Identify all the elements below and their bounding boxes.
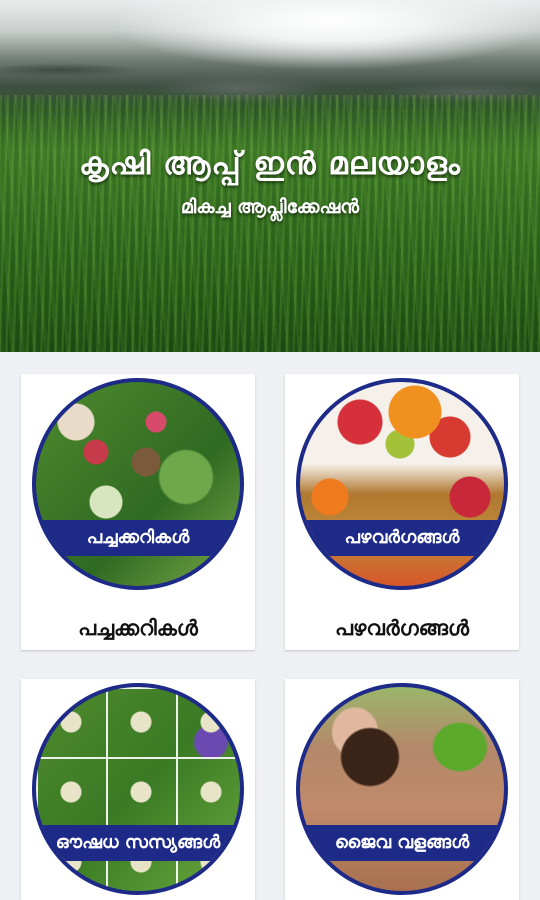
- category-card-fruits[interactable]: പഴവർഗങ്ങൾ പഴവർഗങ്ങൾ: [285, 374, 519, 650]
- category-banner: ജൈവ വളങ്ങൾ: [300, 825, 504, 861]
- organic-fertilizers-image: ജൈവ വളങ്ങൾ: [296, 683, 508, 895]
- category-label: പച്ചക്കറികൾ: [78, 616, 198, 640]
- app-title: കൃഷി ആപ്പ് ഇൻ മലയാളം: [79, 146, 461, 182]
- header-banner: കൃഷി ആപ്പ് ഇൻ മലയാളം മികച്ച ആപ്ലിക്കേഷൻ: [0, 0, 540, 352]
- category-banner: പഴവർഗങ്ങൾ: [300, 520, 504, 556]
- category-card-organic-fertilizers[interactable]: ജൈവ വളങ്ങൾ: [285, 679, 519, 900]
- medicinal-plants-image: ഔഷധ സസ്യങ്ങൾ: [32, 683, 244, 895]
- vegetables-image: പച്ചക്കറികൾ: [32, 378, 244, 590]
- category-card-medicinal-plants[interactable]: ഔഷധ സസ്യങ്ങൾ: [21, 679, 255, 900]
- category-banner: പച്ചക്കറികൾ: [36, 520, 240, 556]
- category-banner: ഔഷധ സസ്യങ്ങൾ: [36, 825, 240, 861]
- fruits-image: പഴവർഗങ്ങൾ: [296, 378, 508, 590]
- category-grid: പച്ചക്കറികൾ പച്ചക്കറികൾ പഴവർഗങ്ങൾ പഴവർഗങ…: [0, 352, 540, 900]
- app-subtitle: മികച്ച ആപ്ലിക്കേഷൻ: [180, 196, 360, 218]
- category-card-vegetables[interactable]: പച്ചക്കറികൾ പച്ചക്കറികൾ: [21, 374, 255, 650]
- category-label: പഴവർഗങ്ങൾ: [334, 616, 470, 640]
- grass-field-image: [0, 95, 540, 352]
